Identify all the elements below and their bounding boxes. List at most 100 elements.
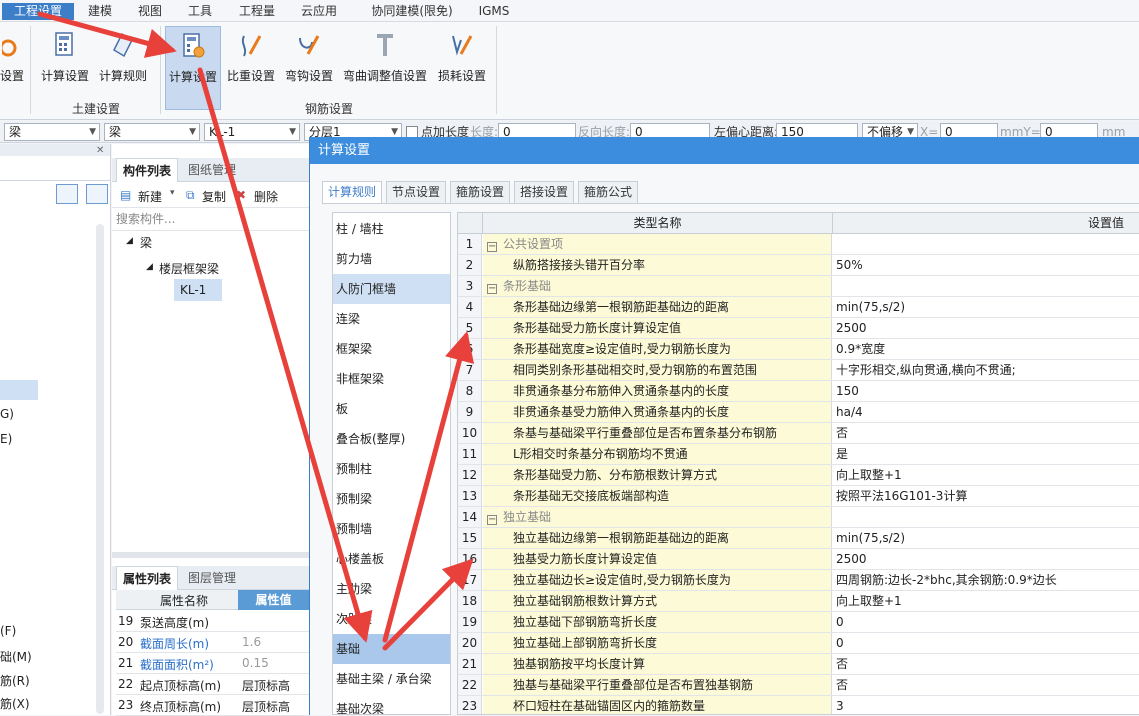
setting-value[interactable]: 0.9*宽度 (833, 339, 1139, 359)
property-value[interactable]: 1.6 (242, 635, 261, 649)
category-item[interactable]: 主肋梁 (333, 574, 450, 604)
menu-view[interactable]: 视图 (130, 3, 170, 20)
setting-value[interactable]: 0 (833, 612, 1139, 632)
menu-cloud[interactable]: 云应用 (294, 3, 344, 20)
nav-item[interactable]: (F) (0, 624, 16, 638)
setting-row[interactable]: 5 条形基础受力筋长度计算设定值 2500 (458, 318, 1139, 339)
setting-row[interactable]: 18 独立基础钢筋根数计算方式 向上取整+1 (458, 591, 1139, 612)
category-item[interactable]: 基础 (333, 634, 450, 664)
setting-row[interactable]: 20 独立基础上部钢筋弯折长度 0 (458, 633, 1139, 654)
setting-value[interactable]: 四周钢筋:边长-2*bhc,其余钢筋:0.9*边长 (833, 570, 1139, 590)
setting-value[interactable] (833, 276, 1139, 296)
setting-row[interactable]: 12 条形基础受力筋、分布筋根数计算方式 向上取整+1 (458, 465, 1139, 486)
component-name-select[interactable]: KL-1 ▼ (204, 123, 300, 141)
loss-settings-button[interactable]: 损耗设置 (434, 26, 490, 110)
setting-row[interactable]: 15 独立基础边缘第一根钢筋距基础边的距离 min(75,s/2) (458, 528, 1139, 549)
group-row[interactable]: 3− 条形基础 (458, 276, 1139, 297)
category-item[interactable]: 基础主梁 / 承台梁 (333, 664, 450, 694)
nav-selected-item[interactable] (0, 380, 38, 400)
bend-adjust-settings-button[interactable]: 弯曲调整值设置 (340, 26, 430, 110)
nav-item[interactable]: 筋(X) (0, 695, 30, 712)
hook-settings-button[interactable]: 弯钩设置 (282, 26, 336, 110)
tab-node-settings[interactable]: 节点设置 (386, 181, 446, 203)
setting-row[interactable]: 8 非贯通条基分布筋伸入贯通条基内的长度 150 (458, 381, 1139, 402)
tab-calc-rules[interactable]: 计算规则 (322, 181, 382, 204)
category-item[interactable]: 非框架梁 (333, 364, 450, 394)
category-item[interactable]: 预制梁 (333, 484, 450, 514)
setting-value[interactable]: 否 (833, 654, 1139, 674)
setting-value[interactable]: 按照平法16G101-3计算 (833, 486, 1139, 506)
tree-node-kl1[interactable]: KL-1 (174, 279, 222, 301)
setting-row[interactable]: 21 独基钢筋按平均长度计算否 (458, 654, 1139, 675)
setting-row[interactable]: 19 独立基础下部钢筋弯折长度 0 (458, 612, 1139, 633)
setting-value[interactable]: 150 (833, 381, 1139, 401)
search-input[interactable]: 搜索构件... (116, 210, 306, 228)
setting-row[interactable]: 7 相同类别条形基础相交时,受力钢筋的布置范围 十字形相交,纵向贯通,横向不贯通; (458, 360, 1139, 381)
category-item[interactable]: 剪力墙 (333, 244, 450, 274)
property-row[interactable]: 19 泵送高度(m) (116, 611, 309, 632)
list-view-icon[interactable] (56, 184, 78, 204)
menu-quantity[interactable]: 工程量 (232, 3, 282, 20)
calc-rules-button[interactable]: 计算规则 (96, 26, 150, 110)
scrollbar[interactable] (96, 224, 104, 714)
property-value[interactable]: 层顶标高 (242, 698, 290, 715)
property-row[interactable]: 20 截面周长(m) 1.6 (116, 632, 309, 653)
setting-value[interactable]: 0 (833, 633, 1139, 653)
tab-stirrup-formula[interactable]: 箍筋公式 (578, 181, 638, 203)
property-row[interactable]: 22 起点顶标高(m) 层顶标高 (116, 674, 309, 695)
setting-value[interactable]: 3 (833, 696, 1139, 714)
setting-row[interactable]: 4 条形基础边缘第一根钢筋距基础边的距离 min(75,s/2) (458, 297, 1139, 318)
category-item[interactable]: 叠合板(整厚) (333, 424, 450, 454)
component-type-select[interactable]: 梁 ▼ (104, 123, 200, 141)
setting-value[interactable]: min(75,s/2) (833, 297, 1139, 317)
category-item[interactable]: 心楼盖板 (333, 544, 450, 574)
collapse-icon[interactable]: − (487, 242, 497, 252)
setting-row[interactable]: 9 非贯通条基受力筋伸入贯通条基内的长度 ha/4 (458, 402, 1139, 423)
setting-row[interactable]: 11 L形相交时条基分布钢筋均不贯通是 (458, 444, 1139, 465)
floor-type-select[interactable]: 梁 ▼ (4, 123, 100, 141)
setting-value[interactable] (833, 234, 1139, 254)
ribbon-partial-button[interactable]: 设置 (0, 26, 24, 110)
setting-row[interactable]: 2 纵筋搭接接头错开百分率 50% (458, 255, 1139, 276)
setting-value[interactable]: min(75,s/2) (833, 528, 1139, 548)
category-item[interactable]: 预制柱 (333, 454, 450, 484)
property-value[interactable]: 层顶标高 (242, 677, 290, 694)
setting-row[interactable]: 13 条形基础无交接底板端部构造 按照平法16G101-3计算 (458, 486, 1139, 507)
collapse-icon[interactable]: ◢ (126, 236, 133, 246)
setting-row[interactable]: 23 杯口短柱在基础锚固区内的箍筋数量 3 (458, 696, 1139, 714)
setting-value[interactable]: 否 (833, 675, 1139, 695)
category-item[interactable]: 人防门框墙 (333, 274, 450, 304)
setting-value[interactable]: 向上取整+1 (833, 465, 1139, 485)
category-item[interactable]: 连梁 (333, 304, 450, 334)
new-button[interactable]: 新建 (138, 188, 162, 205)
tab-component-list[interactable]: 构件列表 (116, 158, 179, 182)
tab-stirrup-settings[interactable]: 箍筋设置 (450, 181, 510, 203)
menu-collab[interactable]: 协同建模(限免) (356, 3, 468, 20)
delete-button[interactable]: 删除 (254, 188, 278, 205)
setting-value[interactable] (833, 507, 1139, 527)
density-settings-button[interactable]: 比重设置 (224, 26, 278, 110)
setting-value[interactable]: 2500 (833, 549, 1139, 569)
setting-value[interactable]: 否 (833, 423, 1139, 443)
group-row[interactable]: 1− 公共设置项 (458, 234, 1139, 255)
property-row[interactable]: 21 截面面积(m²) 0.15 (116, 653, 309, 674)
civil-calc-settings-button[interactable]: 计算设置 (38, 26, 92, 110)
category-item[interactable]: 柱 / 墙柱 (333, 214, 450, 244)
menu-tools[interactable]: 工具 (180, 3, 220, 20)
property-row[interactable]: 23 终点顶标高(m) 层顶标高 (116, 695, 309, 716)
menu-project-settings[interactable]: 工程设置 (2, 3, 74, 20)
tree-node-frame-beam[interactable]: 楼层框架梁 (159, 260, 219, 277)
nav-item[interactable]: E) (0, 432, 12, 446)
category-item[interactable]: 框架梁 (333, 334, 450, 364)
setting-value[interactable]: 是 (833, 444, 1139, 464)
setting-value[interactable]: 50% (833, 255, 1139, 275)
setting-value[interactable]: ha/4 (833, 402, 1139, 422)
nav-item[interactable]: 筋(R) (0, 672, 30, 689)
grid-view-icon[interactable] (86, 184, 108, 204)
setting-value[interactable]: 向上取整+1 (833, 591, 1139, 611)
category-item[interactable]: 预制墙 (333, 514, 450, 544)
menu-modeling[interactable]: 建模 (80, 3, 120, 20)
rebar-calc-settings-button[interactable]: 计算设置 (165, 26, 221, 110)
collapse-icon[interactable]: ◢ (146, 262, 153, 272)
setting-row[interactable]: 16 独基受力筋长度计算设定值 2500 (458, 549, 1139, 570)
